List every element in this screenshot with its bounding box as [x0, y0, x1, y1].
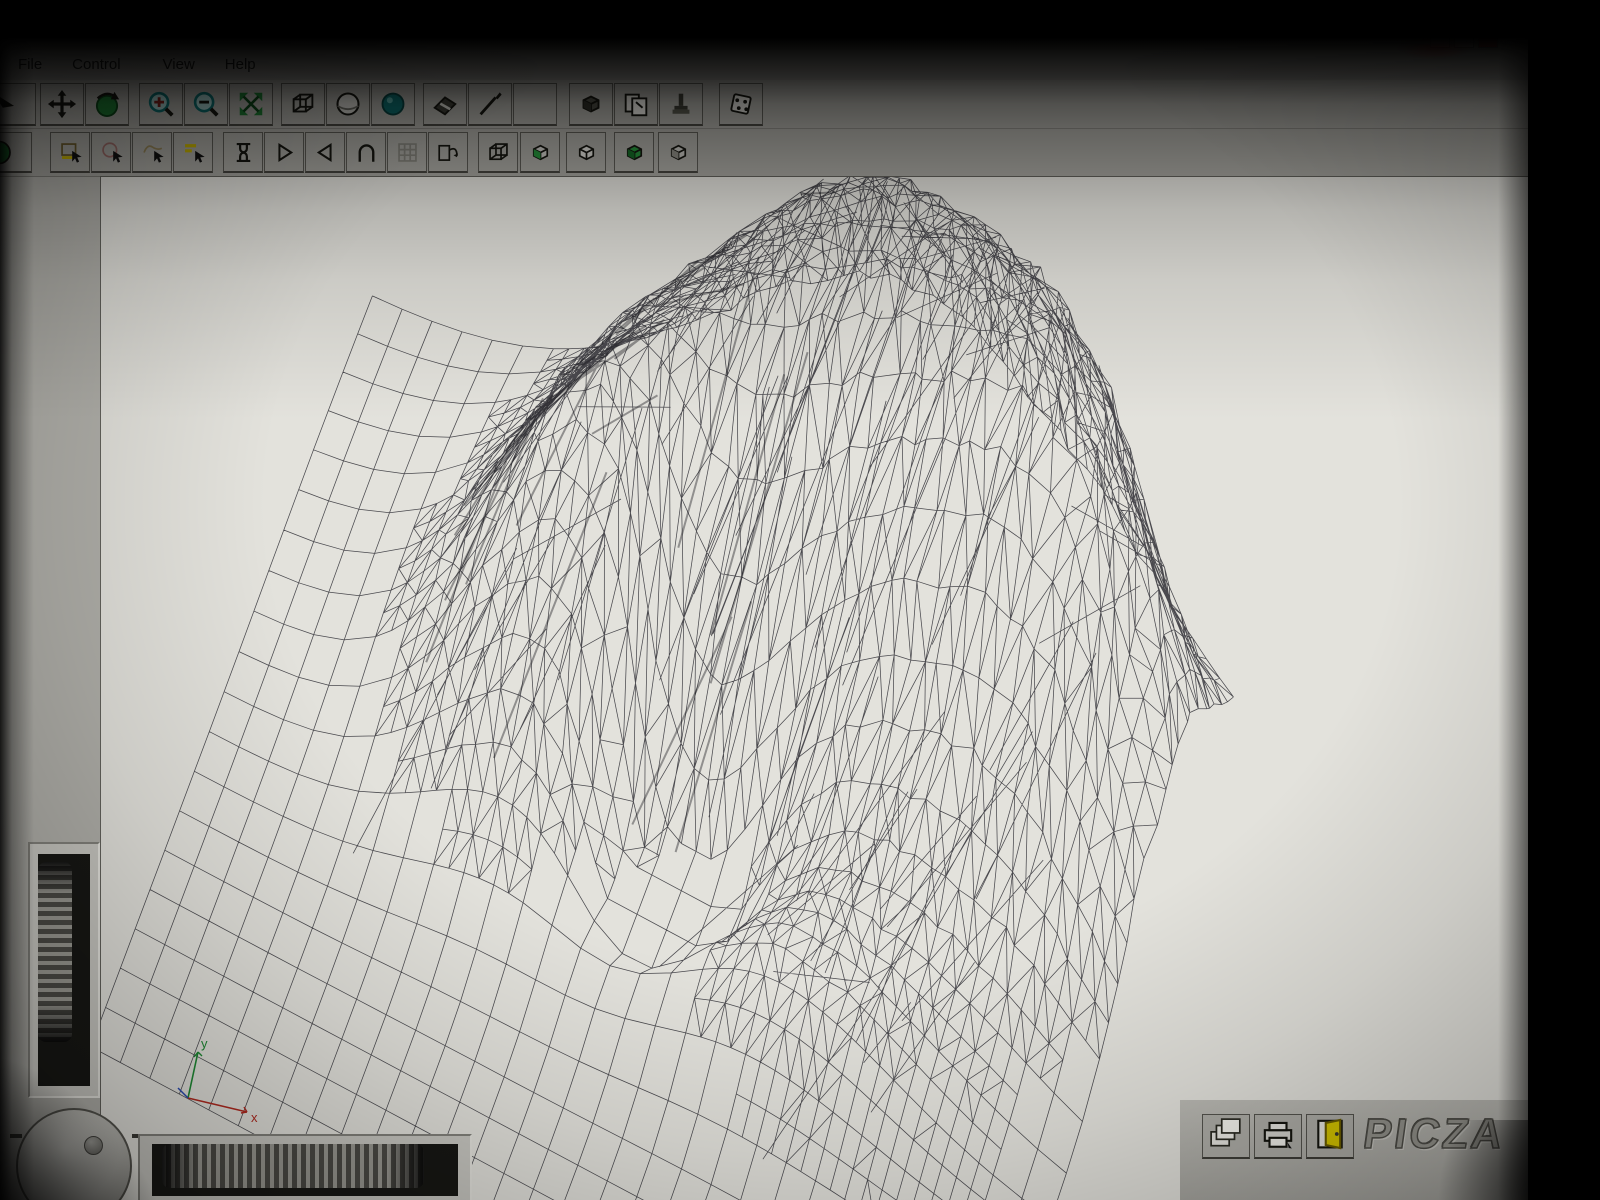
blank-icon	[520, 89, 550, 119]
wheel-roller[interactable]	[162, 1144, 424, 1188]
display-wire-cube-button[interactable]	[478, 132, 518, 173]
cube-dark-icon	[576, 89, 606, 119]
rotate-tool-button[interactable]	[85, 82, 129, 126]
zoom-in-icon	[146, 89, 176, 119]
select-circle-tool-button[interactable]	[91, 132, 131, 173]
print-button[interactable]	[1254, 1114, 1302, 1159]
printer-icon	[1261, 1117, 1295, 1156]
display-pale-cube-button[interactable]	[566, 132, 606, 173]
select-cursor-tool-button[interactable]	[0, 82, 36, 126]
grid-tool-button[interactable]	[387, 132, 427, 173]
select-free-tool-button[interactable]	[132, 132, 172, 173]
toolbar-secondary	[0, 129, 1532, 177]
tri-right-icon	[271, 139, 298, 166]
svg-text:y: y	[201, 1036, 208, 1051]
model-viewport[interactable]: yx	[100, 176, 1531, 1200]
mirror-tool-button[interactable]	[223, 132, 263, 173]
pages-stack-icon	[1209, 1117, 1243, 1156]
select-rect-tool-button[interactable]	[50, 132, 90, 173]
zoom-fit-tool-button[interactable]	[229, 82, 273, 126]
green-edge-tool-button[interactable]	[0, 132, 32, 173]
copy-pages-tool-button[interactable]	[614, 82, 658, 126]
green-part-icon	[0, 139, 26, 166]
sphere-solid-icon	[378, 89, 408, 119]
select-label-icon	[180, 139, 207, 166]
unfold-icon	[435, 139, 462, 166]
photographed-monitor: File Control View Help yx PICZA	[0, 0, 1600, 1200]
cube-wire-icon	[485, 139, 512, 166]
exit-door-icon	[1313, 1117, 1347, 1156]
scanned-mesh-wireframe: yx	[101, 177, 1234, 1200]
zoom-in-tool-button[interactable]	[139, 82, 183, 126]
cube-wire-icon	[288, 89, 318, 119]
move-cross-icon	[47, 89, 77, 119]
dial-tick-left	[10, 1134, 22, 1138]
object-tool-button[interactable]	[659, 82, 703, 126]
mirror-icon	[230, 139, 257, 166]
window-titlebar	[0, 28, 1532, 50]
exit-button[interactable]	[1306, 1114, 1354, 1159]
pen-icon	[475, 89, 505, 119]
wireframe-view-button[interactable]	[281, 82, 325, 126]
monitor-bezel-right	[1528, 0, 1600, 1200]
erase-tool-button[interactable]	[423, 82, 467, 126]
cube-pale-icon	[573, 139, 600, 166]
zoom-out-tool-button[interactable]	[184, 82, 228, 126]
dice-icon	[726, 89, 756, 119]
vertical-rotation-wheel[interactable]	[28, 842, 100, 1098]
horizontal-rotation-wheel[interactable]	[138, 1134, 472, 1200]
blank-tool-button[interactable]	[513, 82, 557, 126]
rotate-ball-icon	[92, 89, 122, 119]
cube-green-icon	[621, 139, 648, 166]
zoom-fit-icon	[236, 89, 266, 119]
move-tool-button[interactable]	[40, 82, 84, 126]
cube-shade-icon	[665, 139, 692, 166]
pages-button[interactable]	[1202, 1114, 1250, 1159]
select-rect-icon	[57, 139, 84, 166]
minimize-window-button[interactable]	[1430, 32, 1450, 48]
eraser-icon	[430, 89, 460, 119]
solid-cube-tool-button[interactable]	[569, 82, 613, 126]
svg-text:x: x	[251, 1110, 258, 1125]
menu-help[interactable]: Help	[225, 50, 256, 80]
bottom-right-panel: PICZA	[1180, 1100, 1532, 1200]
select-circle-icon	[98, 139, 125, 166]
menu-bar: File Control View Help	[0, 50, 1532, 80]
display-shaded-cube-button[interactable]	[658, 132, 698, 173]
picza-logo: PICZA	[1360, 1109, 1509, 1158]
cursor-part-icon	[0, 89, 29, 119]
select-label-tool-button[interactable]	[173, 132, 213, 173]
sphere-view-button[interactable]	[326, 82, 370, 126]
display-green-face-button[interactable]	[520, 132, 560, 173]
close-window-button[interactable]	[1478, 32, 1498, 48]
copy-pages-icon	[621, 89, 651, 119]
menu-view[interactable]: View	[163, 50, 195, 80]
maximize-window-button[interactable]	[1454, 32, 1474, 48]
toolbar-main	[0, 80, 1532, 129]
pen-tool-button[interactable]	[468, 82, 512, 126]
arch-tool-button[interactable]	[346, 132, 386, 173]
menu-control[interactable]: Control	[72, 50, 120, 80]
zoom-out-icon	[191, 89, 221, 119]
select-free-icon	[139, 139, 166, 166]
arch-icon	[353, 139, 380, 166]
cube-green-face-icon	[527, 139, 554, 166]
unfold-tool-button[interactable]	[428, 132, 468, 173]
shaded-view-button[interactable]	[371, 82, 415, 126]
tri-left-icon	[312, 139, 339, 166]
dice-tool-button[interactable]	[719, 82, 763, 126]
axis-indicator: yx	[177, 1036, 258, 1125]
grid-sq-icon	[394, 139, 421, 166]
play-left-tool-button[interactable]	[305, 132, 345, 173]
figure-icon	[666, 89, 696, 119]
dial-knob[interactable]	[84, 1136, 103, 1155]
wheel-roller[interactable]	[38, 862, 72, 1042]
sphere-wire-icon	[333, 89, 363, 119]
menu-file[interactable]: File	[18, 50, 42, 80]
play-right-tool-button[interactable]	[264, 132, 304, 173]
display-green-cube-button[interactable]	[614, 132, 654, 173]
